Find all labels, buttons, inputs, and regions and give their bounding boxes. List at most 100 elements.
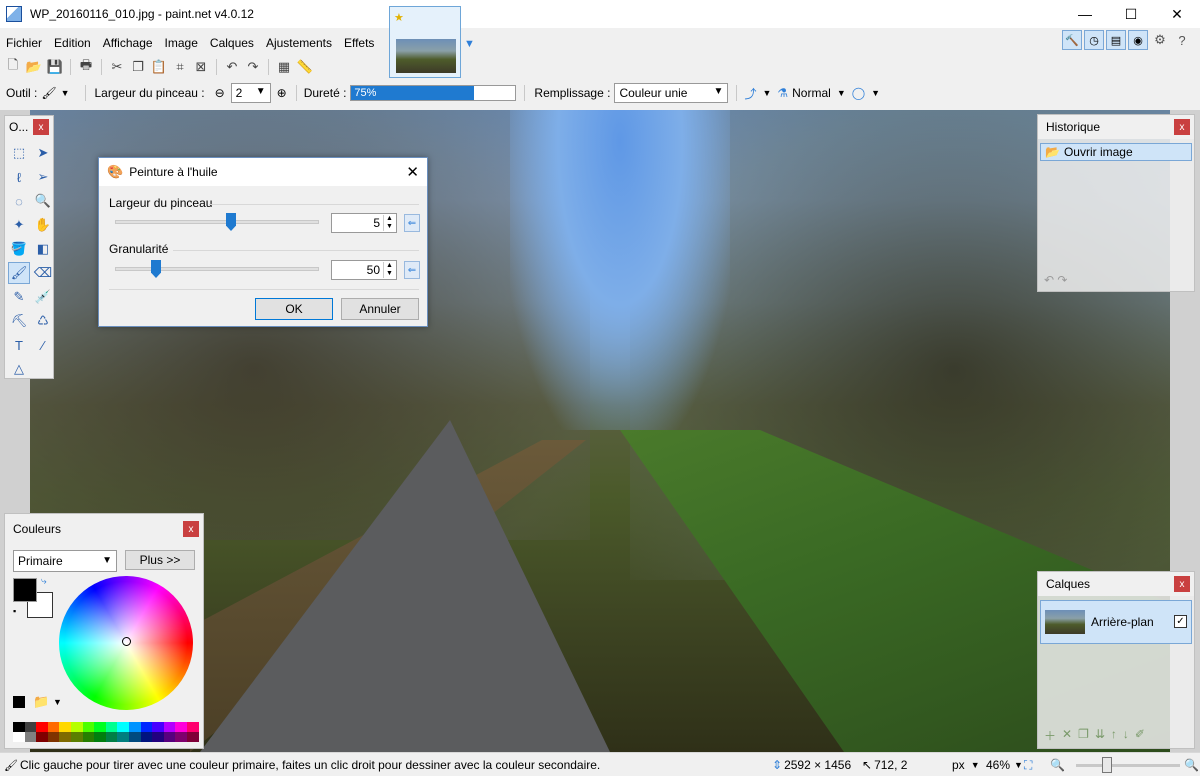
move-layer-down-icon[interactable]: ↓ — [1123, 727, 1129, 744]
text-icon[interactable]: T — [8, 334, 30, 356]
menu-file[interactable]: Fichier — [0, 32, 48, 54]
palette-swatch[interactable] — [36, 722, 48, 732]
palette-menu-icon[interactable]: 📁 — [33, 694, 49, 710]
palette-swatch[interactable] — [24, 722, 37, 732]
ellipse-select-icon[interactable]: ◌ — [8, 190, 30, 212]
shapes-icon[interactable]: △ — [8, 358, 30, 380]
swap-colors-icon[interactable]: ⤷ — [41, 576, 47, 587]
increase-width-icon[interactable]: ⊕ — [277, 86, 287, 100]
fill-select[interactable]: Couleur unie ▼ — [614, 83, 729, 103]
gradient-icon[interactable]: ◧ — [32, 238, 54, 260]
palette-swatch[interactable] — [140, 732, 153, 742]
palette-swatch[interactable] — [94, 722, 106, 732]
palette-swatch[interactable] — [70, 722, 83, 732]
layers-panel-toggle-icon[interactable]: ▤ — [1106, 30, 1126, 50]
new-icon[interactable]: 🗋 — [4, 57, 22, 76]
minimize-button[interactable]: — — [1062, 0, 1108, 28]
palette-swatch[interactable] — [59, 722, 71, 732]
zoom-out-icon[interactable]: 🔍 — [1050, 758, 1065, 772]
eraser-icon[interactable]: ⌫ — [32, 262, 54, 284]
coarseness-input[interactable]: 50 ▲ ▼ — [331, 260, 397, 280]
palette-swatch[interactable] — [94, 732, 106, 742]
palette-swatch[interactable] — [13, 722, 25, 732]
palette-swatch[interactable] — [152, 722, 164, 732]
blend-mode-icon[interactable]: ⚗ — [777, 86, 788, 100]
add-to-palette-icon[interactable] — [13, 696, 25, 708]
clone-stamp-icon[interactable]: ⛏ — [8, 310, 30, 332]
palette-swatch[interactable] — [24, 732, 37, 742]
layers-panel-close-button[interactable]: x — [1174, 576, 1190, 592]
paintbrush-icon[interactable]: 🖌 — [41, 86, 56, 100]
palette-swatch[interactable] — [82, 722, 95, 732]
antialiasing-dropdown-icon[interactable]: ▼ — [762, 88, 771, 98]
palette-dropdown-icon[interactable]: ▼ — [53, 697, 62, 707]
coarseness-reset-button[interactable]: ⇐ — [404, 261, 420, 279]
save-icon[interactable]: 💾 — [46, 58, 64, 76]
history-panel-toggle-icon[interactable]: ◷ — [1084, 30, 1104, 50]
tools-panel-toggle-icon[interactable]: 🔨 — [1062, 30, 1082, 50]
selection-mode-icon[interactable]: ◯ — [852, 86, 865, 100]
brush-width-spinner[interactable]: ▲ ▼ — [383, 215, 395, 231]
colors-panel-toggle-icon[interactable]: ◉ — [1128, 30, 1148, 50]
merge-layer-down-icon[interactable]: ⇊ — [1095, 727, 1105, 744]
palette-swatch[interactable] — [36, 732, 48, 742]
open-icon[interactable]: 📂 — [25, 58, 43, 76]
history-item[interactable]: 📂 Ouvrir image — [1040, 143, 1192, 161]
coarseness-slider[interactable] — [115, 267, 319, 271]
menu-image[interactable]: Image — [159, 32, 204, 54]
unit-select[interactable]: px ▼ — [952, 758, 980, 772]
palette-swatch[interactable] — [186, 722, 199, 732]
zoom-slider-thumb[interactable] — [1102, 757, 1112, 773]
brush-width-slider[interactable] — [115, 220, 319, 224]
zoom-in-icon[interactable]: 🔍 — [1184, 758, 1199, 772]
palette-swatch[interactable] — [140, 722, 153, 732]
palette-swatch[interactable] — [70, 732, 83, 742]
grid-icon[interactable]: ▦ — [275, 58, 293, 76]
rectangle-select-icon[interactable]: ⬚ — [8, 142, 30, 164]
primary-color-swatch[interactable] — [13, 578, 37, 602]
image-list-dropdown-icon[interactable]: ▼ — [464, 38, 475, 50]
crop-icon[interactable]: ⌗ — [171, 58, 189, 76]
selection-mode-dropdown-icon[interactable]: ▼ — [871, 88, 880, 98]
dialog-close-button[interactable]: ✕ — [406, 163, 419, 181]
palette-swatch[interactable] — [128, 732, 141, 742]
move-selection-icon[interactable]: ➢ — [32, 166, 54, 188]
move-selected-icon[interactable]: ➤ — [32, 142, 54, 164]
magic-wand-icon[interactable]: ✦ — [8, 214, 30, 236]
palette-swatch[interactable] — [117, 722, 129, 732]
hardness-slider[interactable]: 75% — [350, 85, 517, 101]
history-redo-icon[interactable]: ↷ — [1057, 273, 1067, 287]
layer-visibility-checkbox[interactable]: ✓ — [1174, 615, 1187, 628]
delete-layer-icon[interactable]: ✕ — [1062, 727, 1072, 744]
brush-width-reset-button[interactable]: ⇐ — [404, 214, 420, 232]
palette-swatch[interactable] — [47, 722, 60, 732]
duplicate-layer-icon[interactable]: ❐ — [1078, 727, 1089, 744]
zoom-to-window-icon[interactable]: ⛶ — [1024, 758, 1032, 773]
tools-panel-close-button[interactable]: x — [33, 119, 49, 135]
cancel-button[interactable]: Annuler — [341, 298, 419, 320]
color-mode-select[interactable]: Primaire ▼ — [13, 550, 117, 572]
color-wheel-cursor[interactable] — [122, 637, 131, 646]
coarseness-slider-thumb[interactable] — [151, 260, 161, 278]
menu-effects[interactable]: Effets — [338, 32, 380, 54]
menu-adjustments[interactable]: Ajustements — [260, 32, 338, 54]
color-picker-icon[interactable]: 💉 — [32, 286, 54, 308]
palette-swatch[interactable] — [82, 732, 95, 742]
ok-button[interactable]: OK — [255, 298, 333, 320]
recolor-icon[interactable]: ♺ — [32, 310, 54, 332]
more-colors-button[interactable]: Plus >> — [125, 550, 195, 570]
line-curve-icon[interactable]: ∕ — [32, 334, 54, 356]
redo-icon[interactable]: ↷ — [244, 58, 262, 76]
brush-width-select[interactable]: 2 ▼ — [230, 83, 271, 103]
tool-dropdown-icon[interactable]: ▼ — [61, 88, 70, 98]
palette-swatch[interactable] — [59, 732, 71, 742]
palette-swatch[interactable] — [175, 722, 187, 732]
cut-icon[interactable]: ✂ — [108, 58, 126, 76]
palette-swatch[interactable] — [47, 732, 60, 742]
settings-gear-icon[interactable]: ⚙ — [1150, 30, 1170, 50]
palette-swatch[interactable] — [105, 722, 118, 732]
lasso-select-icon[interactable]: ℓ — [8, 166, 30, 188]
add-layer-icon[interactable]: ＋ — [1044, 727, 1056, 744]
menu-edit[interactable]: Edition — [48, 32, 97, 54]
zoom-slider-track[interactable] — [1076, 764, 1180, 767]
